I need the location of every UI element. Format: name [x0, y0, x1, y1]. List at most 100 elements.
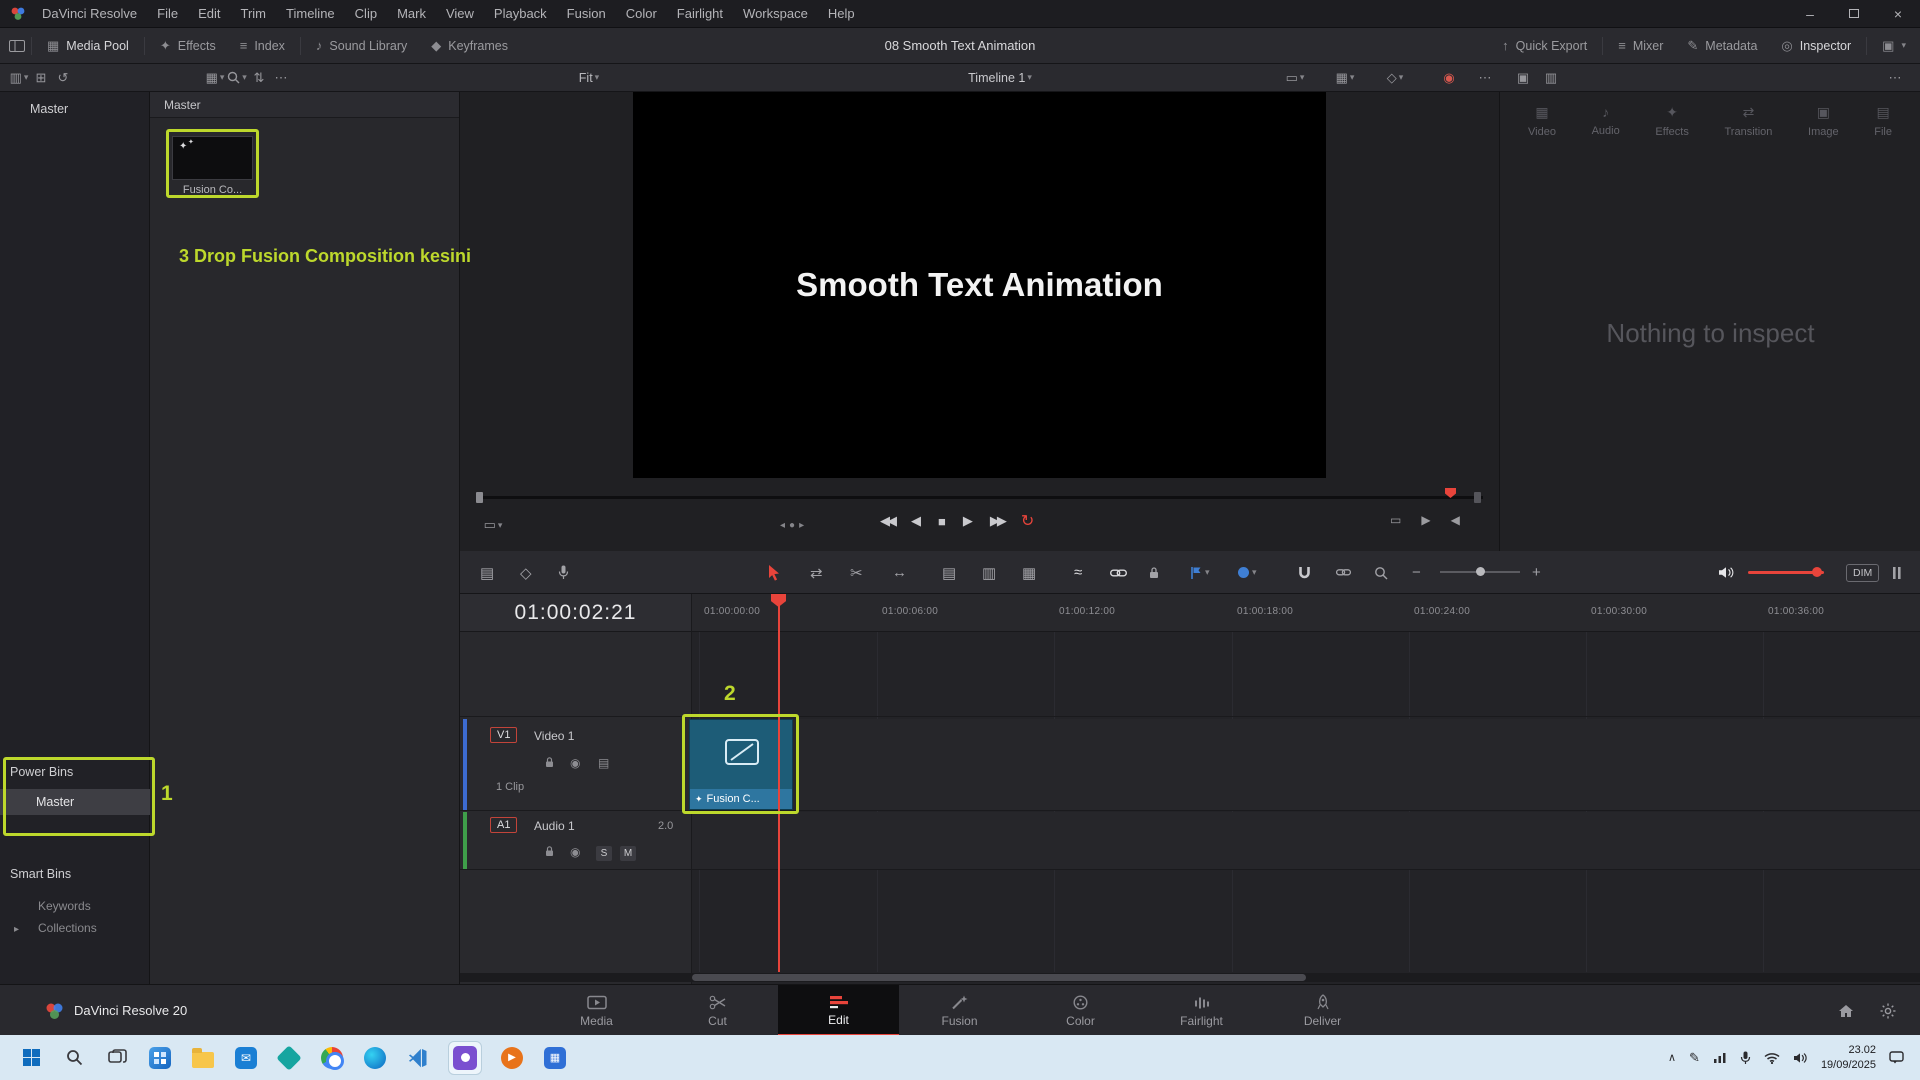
timeline-selector[interactable]: Timeline 1 ▾ [940, 67, 1060, 89]
search-button[interactable]: ▾ [226, 67, 248, 89]
mixer-button[interactable]: ≡ Mixer [1606, 28, 1675, 63]
audio-monitor-speaker-icon[interactable] [1718, 551, 1735, 594]
video-track-name[interactable]: Video 1 [534, 729, 574, 743]
grid-view-button[interactable]: ▦ ▾ [204, 67, 226, 89]
dynamic-trim-icon[interactable]: ↔ [892, 551, 907, 594]
goto-start-button[interactable]: ◀◀ [880, 513, 894, 529]
effects-button[interactable]: ✦ Effects [148, 28, 228, 63]
zoom-slider-thumb[interactable] [1476, 567, 1485, 576]
panel-toggle-icon[interactable] [6, 35, 28, 57]
multicam-select[interactable]: ▦ ▾ [1334, 67, 1356, 89]
match-frame-icon[interactable]: ▭ [1390, 513, 1401, 527]
timeline-ruler[interactable] [692, 594, 1920, 632]
position-lock-icon[interactable] [1148, 551, 1160, 594]
smart-bin-collections[interactable]: Collections [38, 921, 97, 935]
tray-mic-icon[interactable] [1740, 1051, 1751, 1065]
goto-out-icon[interactable]: ◀ [1451, 513, 1460, 527]
audio-track-name[interactable]: Audio 1 [534, 819, 575, 833]
index-button[interactable]: ≡ Index [228, 28, 297, 63]
scrub-left-handle[interactable] [476, 492, 483, 503]
tray-volume-icon[interactable] [1793, 1052, 1808, 1064]
calculator-icon[interactable]: ▦ [542, 1045, 568, 1071]
viewer-overlay-select[interactable]: ▭ ▾ [1284, 67, 1306, 89]
link-icon[interactable] [1110, 551, 1127, 594]
inspector-tab-image[interactable]: ▣ Image [1808, 104, 1839, 138]
media-player-icon[interactable]: ▶ [499, 1045, 525, 1071]
edge-icon[interactable] [362, 1045, 388, 1071]
audio-track-lane[interactable] [692, 812, 1920, 869]
video-auto-select-icon[interactable]: ◉ [570, 756, 580, 770]
jog-controls[interactable]: ◂●▸ [780, 520, 808, 531]
viewer-scrub-bar[interactable] [480, 496, 1483, 499]
scrub-right-handle[interactable] [1474, 492, 1481, 503]
page-tab-color[interactable]: Color [1020, 985, 1141, 1036]
mail-app-icon[interactable]: ✉ [233, 1045, 259, 1071]
screen-recorder-icon-active[interactable] [448, 1041, 482, 1075]
menu-fairlight[interactable]: Fairlight [667, 0, 733, 27]
inspector-options-icon[interactable]: ⋯ [1884, 67, 1906, 89]
audio-track-lock-icon[interactable] [544, 845, 555, 857]
tray-signal-icon[interactable] [1713, 1052, 1727, 1064]
menu-playback[interactable]: Playback [484, 0, 557, 27]
monitor-volume-thumb[interactable] [1812, 567, 1822, 577]
page-tab-media[interactable]: Media [536, 985, 657, 1036]
timeline-scrollbar-thumb[interactable] [692, 974, 1306, 981]
goto-in-icon[interactable]: ▶ [1421, 513, 1430, 527]
menu-clip[interactable]: Clip [345, 0, 387, 27]
voiceover-mic-icon[interactable] [558, 551, 569, 594]
media-pool-clip-name[interactable]: Fusion Co... [166, 184, 259, 196]
clone-tool-icon[interactable]: ⊞ [30, 67, 52, 89]
video-track-lane[interactable] [692, 719, 1920, 810]
wipe-select[interactable]: ◇ ▾ [1384, 67, 1406, 89]
tray-pen-icon[interactable]: ✎ [1689, 1050, 1700, 1066]
menu-file[interactable]: File [147, 0, 188, 27]
task-view-icon[interactable] [104, 1045, 130, 1071]
replace-clip-icon[interactable]: ▦ [1022, 551, 1036, 594]
file-explorer-icon[interactable] [190, 1045, 216, 1071]
video-track-lock-icon[interactable] [544, 756, 555, 768]
vscode-icon[interactable] [405, 1045, 431, 1071]
store-app-icon[interactable] [276, 1045, 302, 1071]
notification-center-icon[interactable] [1889, 1051, 1904, 1064]
power-bins-label[interactable]: Power Bins [10, 765, 73, 779]
audio-track-destination-button[interactable]: A1 [490, 817, 517, 833]
close-button[interactable]: × [1876, 0, 1920, 27]
zoom-out-button[interactable]: − [1412, 551, 1421, 594]
taskbar-search-icon[interactable] [61, 1045, 87, 1071]
menu-help[interactable]: Help [818, 0, 865, 27]
inspector-tab-transition[interactable]: ⇄ Transition [1724, 104, 1772, 138]
overwrite-clip-icon[interactable]: ▥ [982, 551, 996, 594]
razor-tool-icon[interactable]: ✂ [850, 551, 863, 594]
sync-bin-icon[interactable]: ↺ [52, 67, 74, 89]
chrome-icon[interactable] [319, 1045, 345, 1071]
audio-solo-button[interactable]: S [596, 846, 612, 861]
mixer-bars-icon[interactable] [1892, 551, 1902, 594]
timeline-view-options-icon[interactable]: ▤ [480, 551, 494, 594]
settings-gear-icon[interactable] [1880, 1003, 1896, 1019]
stop-button[interactable]: ■ [938, 514, 946, 529]
workspace-layout-button[interactable]: ▣ ▾ [1870, 28, 1920, 63]
audio-auto-select-icon[interactable]: ◉ [570, 845, 580, 859]
quick-export-button[interactable]: ↑ Quick Export [1490, 28, 1599, 63]
tray-chevron-up-icon[interactable]: ∧ [1668, 1051, 1676, 1064]
viewer-aspect-button[interactable]: ▭ ▾ [482, 514, 504, 536]
page-tab-fusion[interactable]: Fusion [899, 985, 1020, 1036]
tray-wifi-icon[interactable] [1764, 1052, 1780, 1064]
pool-options-icon[interactable]: ⋯ [270, 67, 292, 89]
marker-button[interactable]: ▾ [1238, 551, 1257, 594]
bin-view-button[interactable]: ▥ ▾ [8, 67, 30, 89]
sound-library-button[interactable]: ♪ Sound Library [304, 28, 419, 63]
keyframes-button[interactable]: ◆ Keyframes [419, 28, 520, 63]
page-tab-cut[interactable]: Cut [657, 985, 778, 1036]
flag-clip-icon[interactable]: ◇ [520, 551, 532, 594]
timeline-scrollbar-track[interactable] [460, 973, 1920, 982]
metadata-button[interactable]: ✎ Metadata [1675, 28, 1769, 63]
inspector-button[interactable]: ◎ Inspector [1769, 28, 1863, 63]
home-button[interactable] [1838, 1004, 1854, 1018]
minimize-button[interactable]: – [1788, 0, 1832, 27]
taskbar-clock[interactable]: 23.02 19/09/2025 [1821, 1043, 1876, 1073]
menu-fusion[interactable]: Fusion [557, 0, 616, 27]
dim-button[interactable]: DIM [1846, 551, 1879, 594]
smart-bin-keywords[interactable]: Keywords [38, 899, 91, 913]
media-pool-button[interactable]: ▦ Media Pool [35, 28, 141, 63]
